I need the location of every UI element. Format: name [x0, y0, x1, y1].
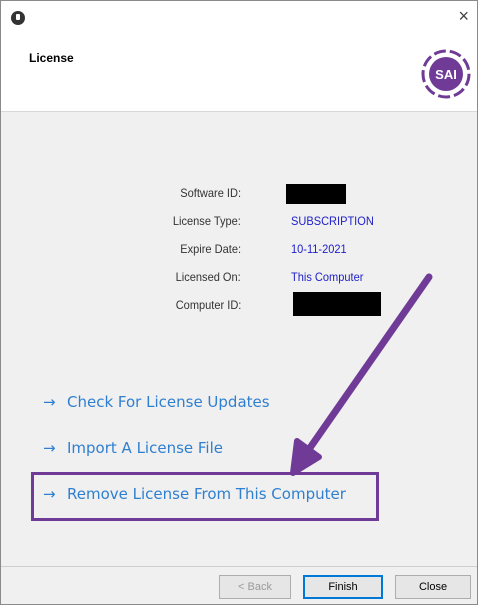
annotation-arrow	[290, 273, 433, 476]
footer-divider	[1, 566, 477, 567]
finish-button[interactable]: Finish	[303, 575, 383, 599]
license-dialog: × License SAI Software ID: License Type:…	[0, 0, 478, 605]
back-button[interactable]: < Back	[219, 575, 291, 599]
close-button[interactable]: Close	[395, 575, 471, 599]
